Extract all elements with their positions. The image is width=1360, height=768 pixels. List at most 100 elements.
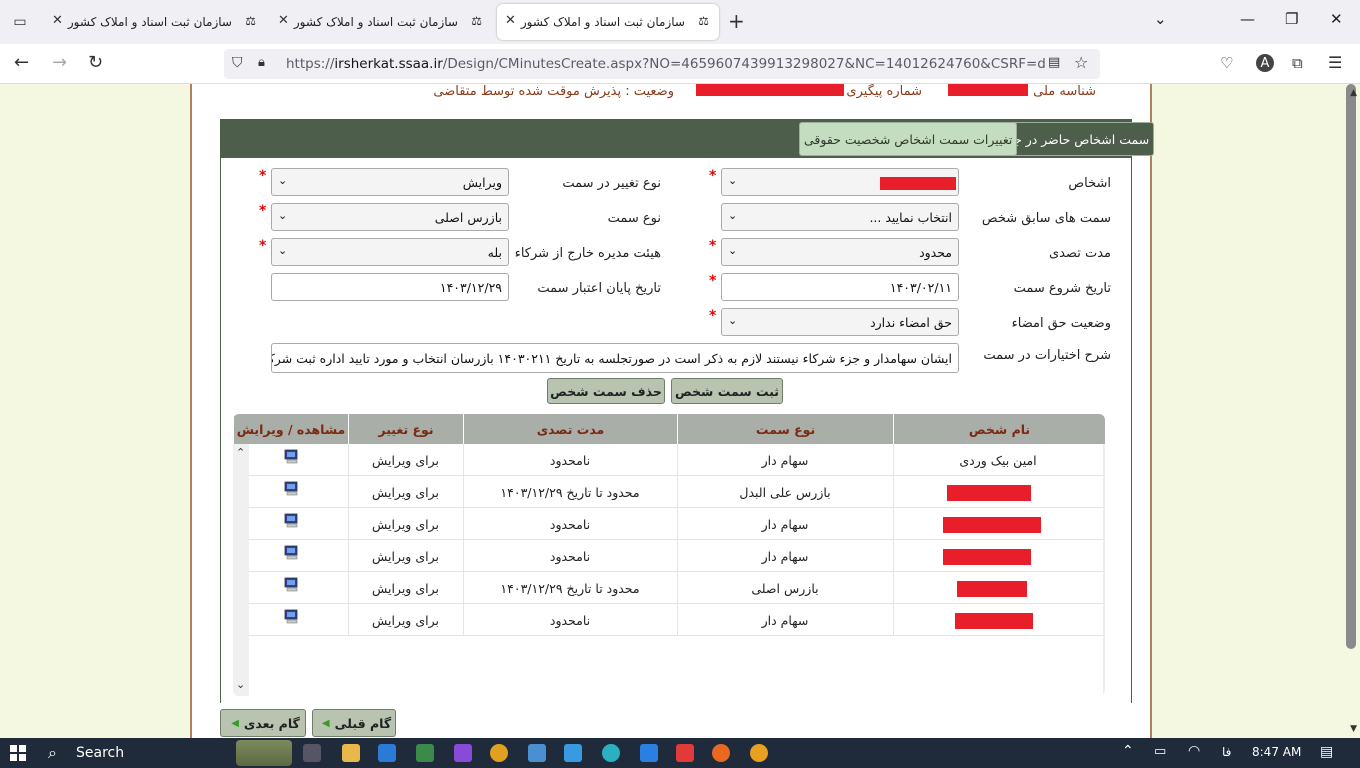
- cell-change-type: برای ویرایش: [372, 548, 439, 564]
- next-step-button[interactable]: گام بعدی ◀: [220, 709, 306, 737]
- address-bar[interactable]: ⛉ 🔒︎ https://irsherkat.ssaa.ir/Design/CM…: [224, 49, 1100, 79]
- redacted-person-name: [955, 613, 1033, 629]
- scrollbar-thumb[interactable]: [1346, 84, 1356, 649]
- new-tab-button[interactable]: +: [728, 10, 745, 32]
- network-icon[interactable]: ▭: [1154, 744, 1166, 759]
- computer-edit-icon[interactable]: [284, 513, 300, 529]
- required-star: *: [709, 238, 717, 254]
- url-text: https://irsherkat.ssaa.ir/Design/CMinute…: [286, 56, 1046, 72]
- column-divider: [348, 444, 349, 636]
- redacted-person: [880, 177, 956, 190]
- authority-label: شرح اختیارات در سمت: [983, 348, 1111, 363]
- authority-textarea[interactable]: ایشان سهامدار و جزء شرکاء نیستند لازم به…: [271, 343, 959, 373]
- redacted-person-name: [947, 485, 1031, 501]
- delete-role-button[interactable]: حذف سمت شخص: [547, 378, 665, 404]
- chevron-down-icon: ⌄: [278, 174, 288, 187]
- sign-right-select[interactable]: حق امضاء ندارد ⌄: [721, 308, 959, 336]
- grid-scrollbar[interactable]: ⌃ ⌄: [233, 444, 249, 696]
- edge-icon[interactable]: [602, 744, 620, 762]
- prev-roles-select[interactable]: انتخاب نمایید ... ⌄: [721, 203, 959, 231]
- role-type-select[interactable]: بازرس اصلی ⌄: [271, 203, 509, 231]
- scroll-up-icon[interactable]: ⌃: [236, 446, 245, 459]
- cell-role: سهام دار: [761, 516, 809, 532]
- save-role-button[interactable]: ثبت سمت شخص: [671, 378, 783, 404]
- browser-tab-3[interactable]: ✕ سازمان ثبت اسناد و املاک کشور ⚖: [44, 4, 266, 40]
- app-icon[interactable]: [564, 744, 582, 762]
- app-icon[interactable]: [750, 744, 768, 762]
- chevron-down-icon: ⌄: [728, 174, 738, 187]
- required-star: *: [709, 308, 717, 324]
- site-icon: ⚖: [471, 14, 482, 28]
- tab-overflow-icon[interactable]: ⌄: [1154, 10, 1167, 28]
- lock-icon[interactable]: 🔒︎: [258, 55, 265, 70]
- bookmark-star-icon[interactable]: ☆: [1074, 53, 1088, 72]
- close-window-button[interactable]: ✕: [1330, 10, 1343, 28]
- scroll-up-icon[interactable]: ▲: [1350, 88, 1357, 98]
- chrome-icon[interactable]: [490, 744, 508, 762]
- firefox-icon[interactable]: [712, 744, 730, 762]
- tenure-select[interactable]: محدود ⌄: [721, 238, 959, 266]
- prev-step-button[interactable]: گام قبلی ◀: [312, 709, 396, 737]
- extensions-icon[interactable]: ⧉: [1292, 53, 1303, 73]
- taskbar-search-label[interactable]: Search: [76, 745, 124, 761]
- internet-explorer-icon[interactable]: [378, 744, 396, 762]
- task-view-icon[interactable]: [303, 744, 321, 762]
- minimize-button[interactable]: —: [1240, 10, 1255, 28]
- file-explorer-icon[interactable]: [342, 744, 360, 762]
- close-tab-icon[interactable]: ✕: [52, 13, 63, 28]
- notification-icon[interactable]: ▤: [1320, 744, 1333, 760]
- close-tab-icon[interactable]: ✕: [505, 13, 516, 28]
- forward-button[interactable]: →: [52, 53, 67, 73]
- input-language[interactable]: فا: [1222, 745, 1231, 759]
- shield-icon[interactable]: ⛉: [232, 55, 243, 71]
- wifi-icon[interactable]: ◠: [1188, 743, 1200, 759]
- menu-icon[interactable]: ☰: [1328, 53, 1342, 73]
- change-type-select[interactable]: ویرایش ⌄: [271, 168, 509, 196]
- browser-tab-2[interactable]: ✕ سازمان ثبت اسناد و املاک کشور ⚖: [270, 4, 492, 40]
- cell-change-type: برای ویرایش: [372, 452, 439, 468]
- computer-edit-icon[interactable]: [284, 545, 300, 561]
- required-star: *: [259, 203, 267, 219]
- arrow-left-icon: ◀: [321, 717, 330, 729]
- sign-right-label: وضعیت حق امضاء: [1011, 316, 1111, 331]
- computer-edit-icon[interactable]: [284, 481, 300, 497]
- computer-edit-icon[interactable]: [284, 577, 300, 593]
- tab-legal-entity-role-changes[interactable]: تغییرات سمت اشخاص شخصیت حقوقی: [799, 122, 1018, 156]
- roles-grid: نام شخص نوع سمت مدت تصدی نوع تغییر مشاهد…: [233, 414, 1105, 696]
- board-outside-select[interactable]: بله ⌄: [271, 238, 509, 266]
- app-icon[interactable]: [528, 744, 546, 762]
- pocket-icon[interactable]: ♡: [1220, 53, 1233, 73]
- reload-button[interactable]: ↻: [88, 53, 103, 73]
- back-button[interactable]: ←: [14, 53, 29, 73]
- close-tab-icon[interactable]: ✕: [278, 13, 289, 28]
- app-icon[interactable]: [416, 744, 434, 762]
- computer-edit-icon[interactable]: [284, 449, 300, 465]
- browser-tab-1[interactable]: ✕ سازمان ثبت اسناد و املاک کشور ⚖: [497, 4, 719, 40]
- clock[interactable]: 8:47 AM: [1252, 745, 1301, 759]
- scroll-down-icon[interactable]: ⌄: [236, 678, 245, 691]
- end-date-input[interactable]: ۱۴۰۳/۱۲/۲۹: [271, 273, 509, 301]
- maximize-button[interactable]: ❐: [1285, 10, 1298, 28]
- start-date-input[interactable]: ۱۴۰۳/۰۲/۱۱: [721, 273, 959, 301]
- page-scrollbar[interactable]: ▲ ▼: [1344, 84, 1360, 738]
- anydesk-icon[interactable]: [676, 744, 694, 762]
- cell-role: سهام دار: [761, 548, 809, 564]
- tab-title: سازمان ثبت اسناد و املاک کشور: [67, 15, 232, 29]
- account-icon[interactable]: A: [1256, 54, 1274, 72]
- cell-change-type: برای ویرایش: [372, 580, 439, 596]
- roles-panel: سمت اشخاص حاضر در جلسه تغییرات سمت اشخاص…: [220, 119, 1155, 704]
- chevron-up-icon[interactable]: ⌃: [1122, 743, 1134, 759]
- table-row: بازرس اصلی محدود تا تاریخ ۱۴۰۳/۱۲/۲۹ برا…: [249, 572, 1103, 604]
- cell-tenure: محدود تا تاریخ ۱۴۰۳/۱۲/۲۹: [500, 484, 640, 500]
- grid-header: نام شخص نوع سمت مدت تصدی نوع تغییر مشاهد…: [233, 414, 1105, 444]
- search-icon[interactable]: ⌕: [48, 743, 57, 763]
- scroll-down-icon[interactable]: ▼: [1350, 724, 1357, 734]
- app-icon[interactable]: [640, 744, 658, 762]
- app-icon[interactable]: [454, 744, 472, 762]
- windows-start-icon[interactable]: [10, 745, 26, 761]
- reader-view-icon[interactable]: ▤: [1048, 55, 1060, 70]
- persons-select[interactable]: ⌄: [721, 168, 959, 196]
- tab-list-icon[interactable]: ▭: [8, 10, 32, 34]
- computer-edit-icon[interactable]: [284, 609, 300, 625]
- required-star: *: [709, 168, 717, 184]
